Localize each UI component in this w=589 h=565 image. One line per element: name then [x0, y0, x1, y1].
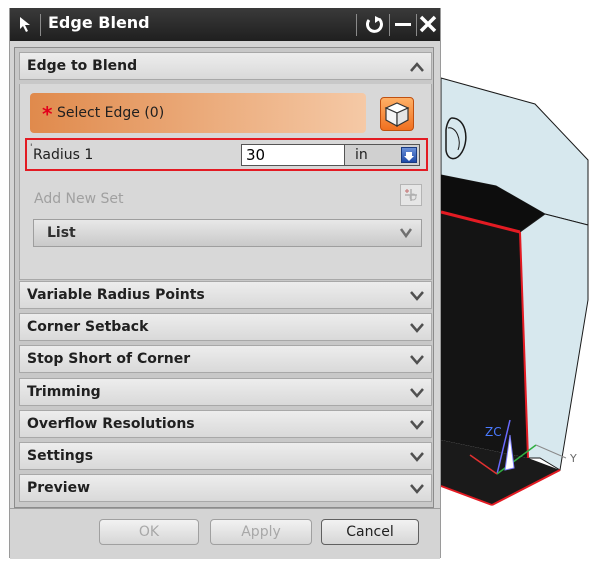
dialog-title: Edge Blend [48, 13, 150, 32]
chevron-down-icon [410, 355, 424, 365]
arrow-down-icon [404, 152, 414, 161]
cancel-button[interactable]: Cancel [321, 519, 419, 545]
radius-input[interactable] [241, 144, 345, 166]
chevron-down-icon [410, 291, 424, 301]
chevron-down-icon [399, 228, 413, 239]
chevron-down-icon [410, 388, 424, 398]
section-title: Stop Short of Corner [27, 351, 191, 367]
cube-icon [384, 102, 410, 128]
section-title-edge-to-blend: Edge to Blend [27, 58, 138, 74]
section-title: Preview [27, 480, 91, 496]
section-header-edge-to-blend[interactable]: Edge to Blend [19, 52, 432, 80]
section-header-settings[interactable]: Settings [19, 442, 432, 470]
edge-to-blend-panel: * Select Edge (0) ' Radius 1 in [19, 84, 432, 280]
part-front-face[interactable] [519, 213, 589, 471]
ok-button[interactable]: OK [99, 519, 199, 545]
add-new-set-label: Add New Set [34, 191, 124, 207]
section-title: Trimming [27, 384, 101, 400]
section-header-variable-radius-points[interactable]: Variable Radius Points [19, 281, 432, 309]
close-icon[interactable] [416, 12, 440, 36]
chevron-up-icon[interactable] [409, 60, 425, 74]
section-title: Variable Radius Points [27, 287, 205, 303]
dialog-footer: OK Apply Cancel [10, 508, 440, 559]
section-title: Overflow Resolutions [27, 416, 195, 432]
axis-label-y: Y [569, 452, 577, 465]
section-header-stop-short-of-corner[interactable]: Stop Short of Corner [19, 345, 432, 373]
axis-label-zc: ZC [485, 425, 502, 439]
edge-blend-dialog: Edge Blend Edge to Blend * Select Edge (… [9, 8, 441, 559]
chevron-down-icon [410, 323, 424, 333]
minimize-icon[interactable] [391, 12, 415, 36]
section-header-corner-setback[interactable]: Corner Setback [19, 313, 432, 341]
apply-button[interactable]: Apply [210, 519, 312, 545]
dialog-titlebar[interactable]: Edge Blend [10, 8, 440, 41]
add-new-set-button[interactable] [400, 184, 422, 206]
unit-dropdown-button[interactable] [401, 147, 417, 163]
selection-arrow-icon [20, 17, 30, 32]
section-title: Corner Setback [27, 319, 149, 335]
section-title: Settings [27, 448, 94, 464]
dialog-body: Edge to Blend * Select Edge (0) ' Radius… [14, 47, 434, 508]
section-header-trimming[interactable]: Trimming [19, 378, 432, 406]
section-header-preview[interactable]: Preview [19, 474, 432, 502]
part-side-face [441, 212, 528, 458]
list-label: List [47, 225, 76, 241]
section-header-overflow-resolutions[interactable]: Overflow Resolutions [19, 410, 432, 438]
radius-unit: in [355, 147, 368, 163]
required-asterisk-icon: * [42, 102, 53, 126]
edge-selection-cube-button[interactable] [380, 97, 414, 131]
add-set-icon [405, 189, 417, 201]
radius-unit-select[interactable]: in [345, 144, 420, 166]
select-edge-button[interactable]: * Select Edge (0) [30, 93, 366, 133]
list-toggle[interactable]: List [33, 219, 422, 247]
radius-row: ' Radius 1 in [25, 138, 428, 171]
select-edge-label: Select Edge (0) [57, 105, 165, 121]
chevron-down-icon [410, 484, 424, 494]
radius-label: Radius 1 [33, 147, 94, 163]
chevron-down-icon [410, 452, 424, 462]
reset-icon[interactable] [362, 12, 386, 36]
chevron-down-icon [410, 420, 424, 430]
